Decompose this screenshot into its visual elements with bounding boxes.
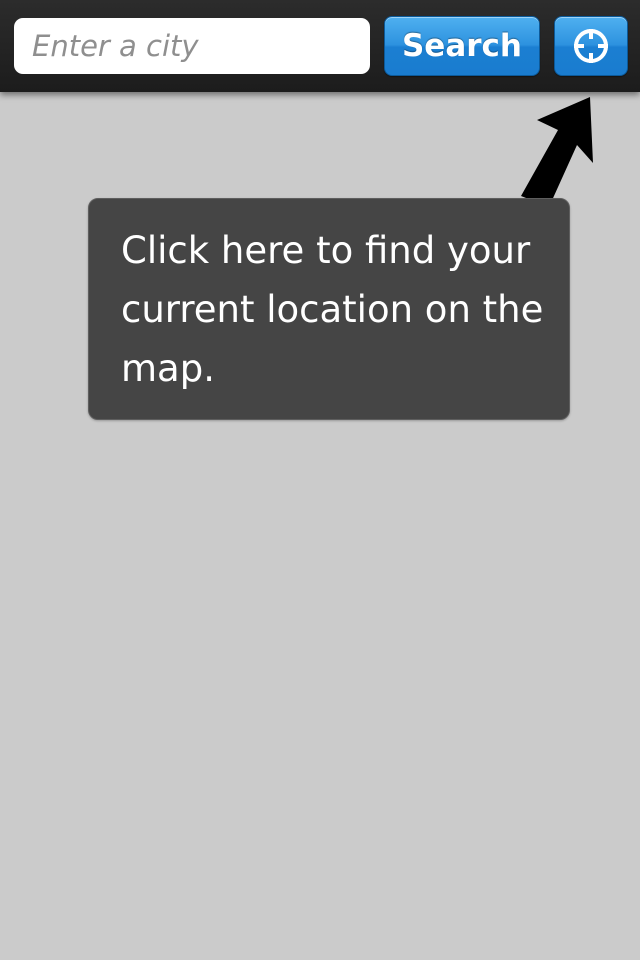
top-toolbar: Search (0, 0, 640, 92)
tooltip-text: Click here to find your current location… (121, 229, 544, 390)
app-screen: Search Click here to find your current l… (0, 0, 640, 960)
city-search-input[interactable] (14, 18, 370, 74)
location-hint-tooltip: Click here to find your current location… (88, 198, 570, 420)
locate-me-button[interactable] (554, 16, 628, 76)
search-button[interactable]: Search (384, 16, 540, 76)
crosshair-icon (571, 26, 611, 66)
